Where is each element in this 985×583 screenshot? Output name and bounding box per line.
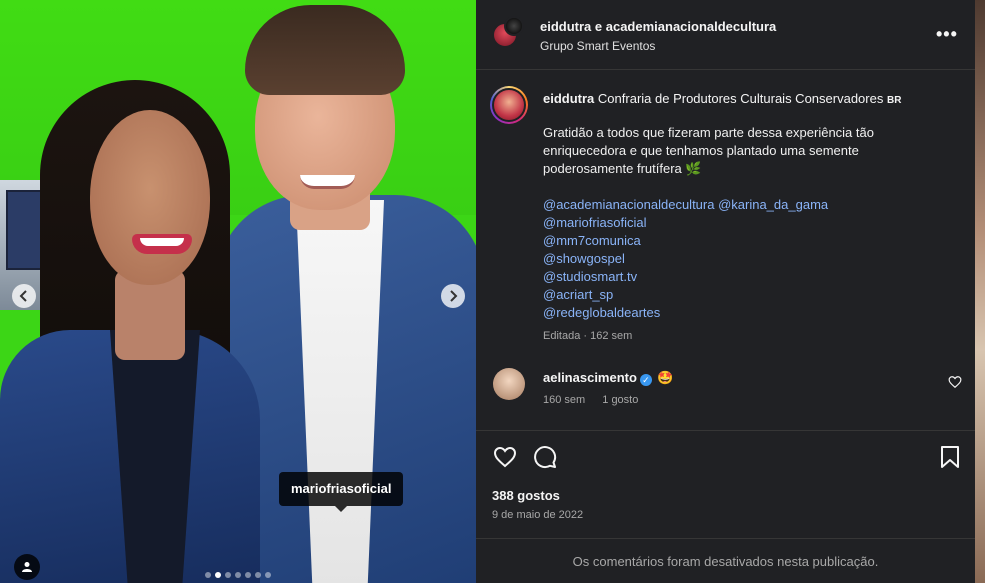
caption-edited-time: Editada · 162 sem	[543, 330, 633, 342]
woman-teeth	[140, 238, 184, 246]
comment-text: 🤩	[656, 370, 674, 385]
post-side-panel: eiddutra e academianacionaldecultura Gru…	[476, 0, 975, 583]
mention-link[interactable]: @redeglobaldeartes	[543, 304, 828, 322]
post-photo[interactable]: mariofriasoficial	[0, 0, 476, 583]
caption-body: Gratidão a todos que fizeram parte dessa…	[543, 125, 874, 176]
man-smile	[300, 175, 355, 189]
caption-mentions: @academianacionaldecultura @karina_da_ga…	[543, 196, 828, 322]
carousel-prev-button[interactable]	[12, 284, 36, 308]
comment-bubble-icon[interactable]	[533, 445, 557, 469]
background-page-edge	[975, 0, 985, 583]
photo-user-tag[interactable]: mariofriasoficial	[279, 472, 404, 512]
post-authors[interactable]: eiddutra e academianacionaldecultura	[540, 19, 776, 34]
chevron-right-icon	[450, 290, 458, 302]
person-icon	[22, 562, 32, 572]
coauthor-avatar[interactable]	[504, 16, 524, 36]
caption-avatar-image	[492, 88, 526, 122]
carousel-dot	[265, 572, 271, 578]
like-heart-icon[interactable]	[493, 445, 517, 469]
mention-link[interactable]: @mm7comunica	[543, 232, 828, 250]
caption-username[interactable]: eiddutra	[543, 91, 594, 106]
mention-link[interactable]: @academianacionaldecultura @karina_da_ga…	[543, 196, 828, 214]
post-actions: 388 gostos 9 de maio de 2022 Os comentár…	[476, 430, 975, 583]
caption-first-line: eiddutra Confraria de Produtores Cultura…	[543, 90, 963, 110]
comment-heart-icon[interactable]	[948, 375, 962, 389]
carousel-dot	[225, 572, 231, 578]
comments-disabled-notice: Os comentários foram desativados nesta p…	[476, 538, 975, 583]
flag-br: BR	[886, 95, 902, 106]
carousel-dot	[235, 572, 241, 578]
carousel-dot	[255, 572, 261, 578]
comment-meta: 160 sem 1 gosto	[543, 394, 652, 406]
chevron-left-icon	[19, 290, 27, 302]
caption-avatar[interactable]	[490, 86, 528, 124]
mention-link[interactable]: @studiosmart.tv	[543, 268, 828, 286]
carousel-dot	[245, 572, 251, 578]
post-date: 9 de maio de 2022	[492, 509, 584, 521]
commenter-avatar[interactable]	[493, 368, 525, 400]
carousel-indicator	[205, 572, 271, 578]
mention-link[interactable]: @showgospel	[543, 250, 828, 268]
comment-line: aelinascimento ✓ 🤩	[543, 370, 673, 386]
comment-likes[interactable]: 1 gosto	[602, 394, 638, 406]
verified-badge-icon: ✓	[639, 374, 652, 386]
user-tags-button[interactable]	[14, 554, 40, 580]
mention-link[interactable]: @acriart_sp	[543, 286, 828, 304]
comment-time: 160 sem	[543, 394, 586, 406]
carousel-dot	[205, 572, 211, 578]
post-location[interactable]: Grupo Smart Eventos	[540, 39, 655, 53]
caption-title: Confraria de Produtores Culturais Conser…	[597, 91, 884, 106]
carousel-next-button[interactable]	[441, 284, 465, 308]
commenter-username[interactable]: aelinascimento	[543, 370, 637, 385]
post-header: eiddutra e academianacionaldecultura Gru…	[476, 0, 975, 70]
carousel-dot-active	[215, 572, 221, 578]
more-options-button[interactable]: •••	[936, 24, 958, 45]
woman-face	[90, 110, 210, 285]
bookmark-icon[interactable]	[939, 445, 961, 469]
likes-count[interactable]: 388 gostos	[492, 488, 560, 503]
mention-link[interactable]: @mariofriasoficial	[543, 214, 828, 232]
